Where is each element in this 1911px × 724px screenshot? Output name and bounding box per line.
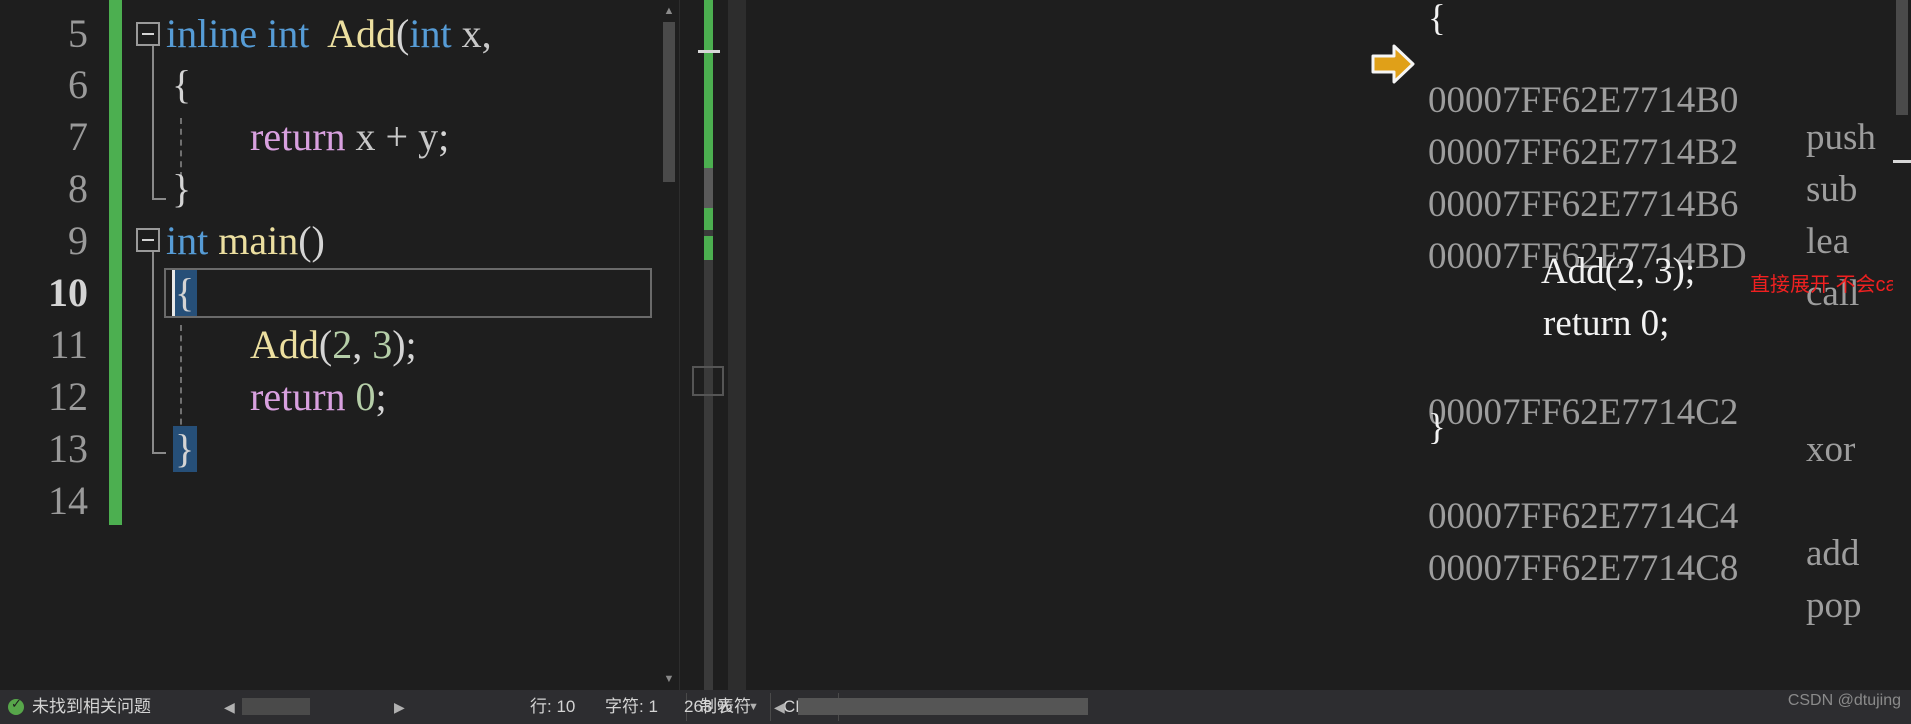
hscroll-right-icon[interactable]: ▶ <box>394 699 405 716</box>
scroll-down-icon[interactable]: ▼ <box>658 668 680 690</box>
disassembly-position-tick <box>1893 160 1911 163</box>
column-indicator: 字符: 1 <box>605 697 658 716</box>
token-zero: 0 <box>355 374 376 419</box>
token-return-add: return <box>250 114 346 159</box>
zoom-dropdown-icon[interactable]: ▼ <box>748 690 759 724</box>
disasm-source-row-6[interactable]: return 0; <box>1506 305 1669 342</box>
disasm-mnemonic-3: lea <box>1806 221 1850 262</box>
map-viewport-box <box>692 366 724 396</box>
disassembly-left-gutter <box>680 0 746 690</box>
disasm-mnemonic-7: xor <box>1806 429 1856 470</box>
disasm-source-row-8[interactable]: } <box>1428 409 1446 446</box>
token-arg-close: ) <box>392 322 406 367</box>
editor-horizontal-scrollbar[interactable]: ◀ ▶ <box>222 690 417 724</box>
token-y: y <box>418 114 439 159</box>
token-arg-3: 3 <box>372 322 393 367</box>
token-main: main <box>218 218 299 263</box>
token-plus: + <box>385 114 409 159</box>
code-text-layer[interactable]: inline int Add(int x, { return x + y; } … <box>0 0 680 690</box>
code-line-11[interactable]: Add(2, 3); <box>250 325 417 365</box>
disassembly-vscroll-thumb[interactable] <box>1896 0 1908 115</box>
token-x: x <box>355 114 376 159</box>
token-semicolon-11: ; <box>405 322 417 367</box>
disasm-source-row-0[interactable]: { <box>1428 0 1446 37</box>
editor-vertical-scrollbar[interactable]: ▲ ▼ <box>658 0 680 690</box>
no-issues-icon <box>8 696 24 715</box>
map-current-position-tick <box>698 50 720 53</box>
code-line-7[interactable]: return x + y; <box>250 117 449 157</box>
disassembly-vertical-scrollbar[interactable] <box>1893 0 1911 690</box>
visual-studio-debugger-window: 5 6 7 8 9 10 11 12 13 14 inline int Add(… <box>0 0 1911 724</box>
code-line-6[interactable]: { <box>172 65 191 105</box>
token-int: int <box>267 11 310 56</box>
token-brace-close-main: } <box>175 426 195 471</box>
disasm-source-text-0: { <box>1428 0 1446 39</box>
zoom-level-label[interactable]: 263 % <box>684 690 732 724</box>
token-semicolon-12: ; <box>375 374 387 419</box>
disasm-hscroll-left-icon[interactable]: ◀ <box>774 699 785 716</box>
instruction-pointer-arrow <box>1371 44 1415 84</box>
editor-hscroll-thumb[interactable] <box>242 698 310 715</box>
disasm-mnemonic-10: pop <box>1806 585 1862 626</box>
token-brace-open-main: { <box>175 270 195 315</box>
code-line-8[interactable]: } <box>172 169 191 209</box>
editor-vscroll-thumb[interactable] <box>663 22 675 182</box>
code-editor-pane[interactable]: 5 6 7 8 9 10 11 12 13 14 inline int Add(… <box>0 0 680 690</box>
token-brace-open-add: { <box>172 62 192 107</box>
disassembly-hscroll-thumb[interactable] <box>798 698 1088 715</box>
zoom-level-control[interactable]: 263 % ▼ <box>680 690 768 724</box>
map-change-bar-lower <box>704 236 713 260</box>
token-main-parens: () <box>298 218 325 263</box>
disassembly-breakpoint-margin[interactable] <box>728 0 746 690</box>
code-line-9[interactable]: int main() <box>166 221 325 261</box>
annotation-inline-expanded: 直接展开 不会call调用函数 <box>1750 274 1911 296</box>
token-int-param: int <box>409 11 452 56</box>
disasm-address-7: 00007FF62E7714C2 <box>1428 392 1739 433</box>
token-int-main: int <box>166 218 209 263</box>
code-line-12[interactable]: return 0; <box>250 377 387 417</box>
code-line-10[interactable]: { <box>175 273 194 313</box>
disasm-source-text-8: } <box>1428 407 1446 448</box>
token-arg-open: ( <box>318 322 333 367</box>
disassembly-pane[interactable]: { 00007FF62E7714B0 push rdi 00007FF62E77… <box>680 0 1911 690</box>
disasm-mnemonic-2: sub <box>1806 169 1858 210</box>
code-line-13[interactable]: } <box>175 429 194 469</box>
disasm-mnemonic-9: add <box>1806 533 1860 574</box>
token-inline: inline <box>166 11 258 56</box>
token-param-x: x, <box>461 11 492 56</box>
scroll-up-icon[interactable]: ▲ <box>658 0 680 22</box>
token-paren-open: ( <box>396 11 410 56</box>
disasm-asm-row-11[interactable]: 00007FF62E7714C9 <box>1428 565 1484 590</box>
disasm-asm-row-10[interactable]: 00007FF62E7714C8 pop rdi <box>1428 513 1862 690</box>
token-brace-close-add: } <box>172 166 192 211</box>
map-scroll-thumb[interactable] <box>704 168 713 208</box>
disasm-mnemonic-1: push <box>1806 117 1876 158</box>
token-return-main: return <box>250 374 346 419</box>
token-add-decl: Add <box>327 11 397 56</box>
disasm-source-text-6: return 0; <box>1506 303 1670 344</box>
token-semicolon-7: ; <box>438 114 450 159</box>
code-line-5[interactable]: inline int Add(int x, <box>166 14 492 54</box>
token-arg-2: 2 <box>332 322 353 367</box>
watermark: CSDN @dtujing <box>1787 692 1901 709</box>
hscroll-left-icon[interactable]: ◀ <box>224 699 235 716</box>
token-arg-comma: , <box>352 322 373 367</box>
disasm-source-row-5[interactable]: Add(2, 3); <box>1506 253 1695 290</box>
disasm-source-text-5: Add(2, 3); <box>1506 251 1696 292</box>
disassembly-horizontal-scrollbar[interactable]: ◀ <box>770 690 1911 724</box>
line-indicator: 行: 10 <box>530 697 576 716</box>
token-add-call: Add <box>250 322 319 367</box>
problems-status-label[interactable]: 未找到相关问题 <box>32 690 151 724</box>
